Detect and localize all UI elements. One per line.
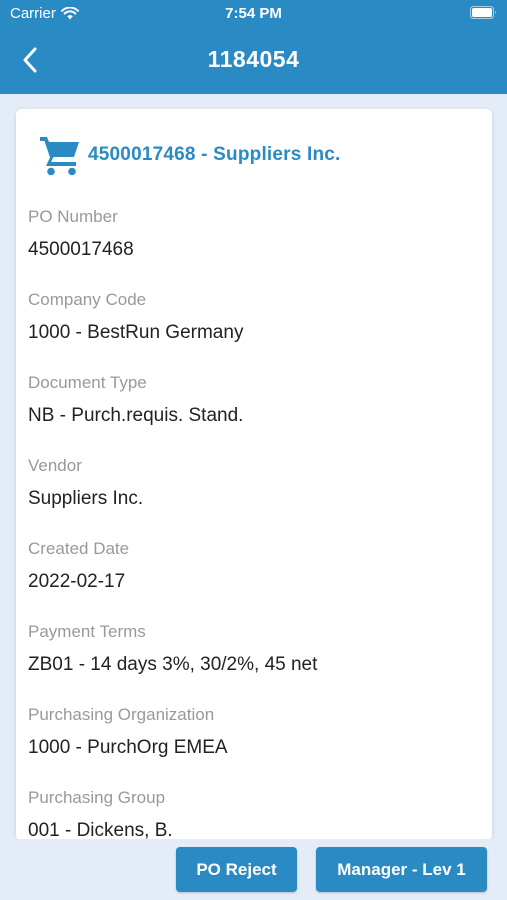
card-title: 4500017468 - Suppliers Inc. (88, 144, 341, 165)
field-po-number: PO Number 4500017468 (28, 205, 478, 288)
status-bar: Carrier 7:54 PM (0, 0, 507, 30)
field-purchasing-organization: Purchasing Organization 1000 - PurchOrg … (28, 703, 478, 786)
field-label: Company Code (28, 290, 147, 309)
action-bar: PO Reject Manager - Lev 1 (0, 839, 507, 900)
top-bar: Carrier 7:54 PM 1184054 (0, 0, 507, 94)
field-value: ZB01 - 14 days 3%, 30/2%, 45 net (28, 654, 318, 675)
field-label: Payment Terms (28, 622, 146, 641)
status-time: 7:54 PM (225, 5, 282, 22)
po-reject-button[interactable]: PO Reject (176, 847, 297, 892)
field-label: Created Date (28, 539, 130, 558)
field-value: NB - Purch.requis. Stand. (28, 405, 244, 426)
navigation-bar: 1184054 (0, 34, 507, 88)
field-label: PO Number (28, 207, 118, 226)
field-created-date: Created Date 2022-02-17 (28, 537, 478, 620)
field-value: 4500017468 (28, 239, 134, 260)
field-document-type: Document Type NB - Purch.requis. Stand. (28, 371, 478, 454)
manager-level-1-button[interactable]: Manager - Lev 1 (316, 847, 487, 892)
field-value: 1000 - PurchOrg EMEA (28, 737, 228, 758)
page-title: 1184054 (207, 46, 300, 72)
field-value: 2022-02-17 (28, 571, 126, 592)
card-header: 4500017468 - Suppliers Inc. (38, 133, 341, 177)
field-vendor: Vendor Suppliers Inc. (28, 454, 478, 537)
field-label: Vendor (28, 456, 82, 475)
battery-icon (470, 6, 497, 23)
field-value: 1000 - BestRun Germany (28, 322, 244, 343)
field-label: Purchasing Organization (28, 705, 215, 724)
field-purchasing-group: Purchasing Group 001 - Dickens, B. (28, 786, 478, 841)
po-detail-card: 4500017468 - Suppliers Inc. PO Number 45… (16, 109, 492, 841)
field-value: Suppliers Inc. (28, 488, 144, 509)
field-payment-terms: Payment Terms ZB01 - 14 days 3%, 30/2%, … (28, 620, 478, 703)
field-company-code: Company Code 1000 - BestRun Germany (28, 288, 478, 371)
field-list: PO Number 4500017468 Company Code 1000 -… (28, 205, 478, 841)
field-value: 001 - Dickens, B. (28, 820, 173, 841)
field-label: Purchasing Group (28, 788, 166, 807)
field-label: Document Type (28, 373, 147, 392)
shopping-cart-icon (40, 137, 79, 176)
